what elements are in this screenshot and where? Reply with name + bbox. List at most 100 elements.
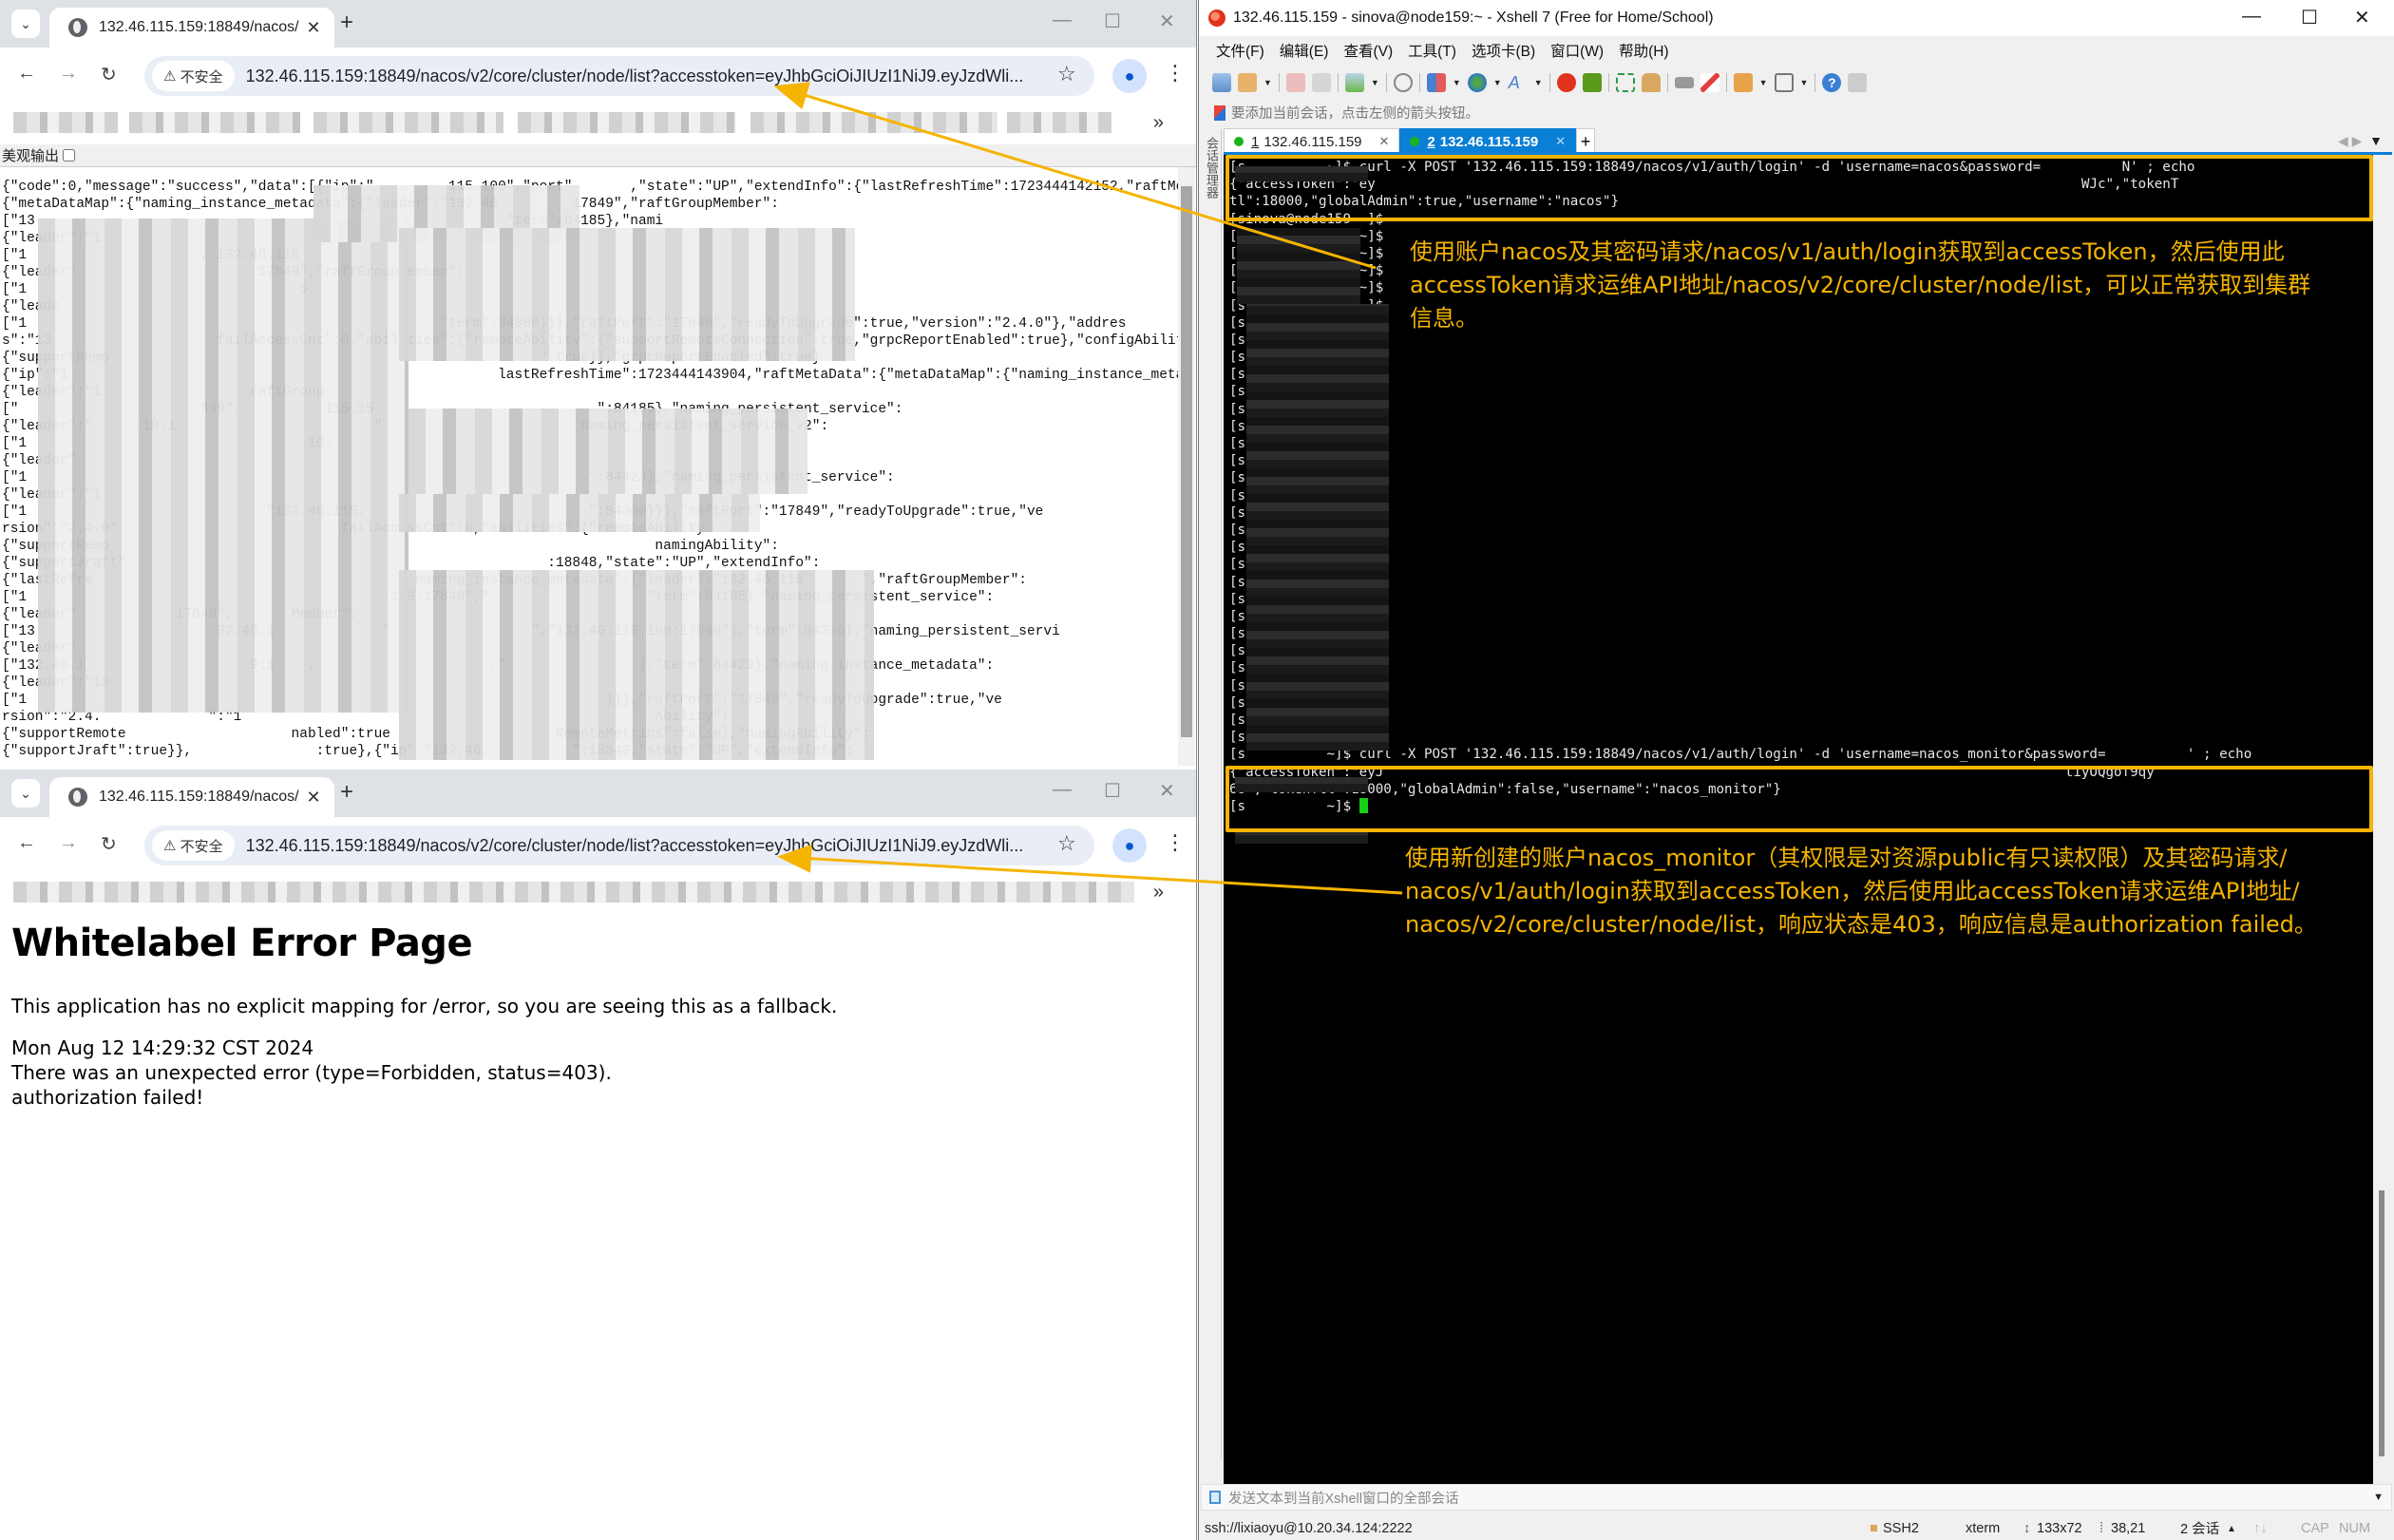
- menu-item[interactable]: 工具(T): [1408, 40, 1456, 61]
- highlight-icon[interactable]: [1700, 73, 1720, 92]
- disconnect-icon[interactable]: [1285, 73, 1305, 92]
- keyboard-icon[interactable]: [1674, 77, 1694, 88]
- maximize-button[interactable]: ☐: [1104, 10, 1121, 33]
- find-icon[interactable]: [1393, 73, 1413, 92]
- menu-item[interactable]: 选项卡(B): [1472, 40, 1535, 61]
- url-text[interactable]: 132.46.115.159:18849/nacos/v2/core/clust…: [246, 836, 1094, 856]
- compose-bar[interactable]: 发送文本到当前Xshell窗口的全部会话 ▼: [1201, 1484, 2392, 1511]
- bookmark-redacted[interactable]: [314, 112, 504, 133]
- bookmark-redacted[interactable]: [1007, 112, 1112, 133]
- bookmark-redacted[interactable]: [129, 112, 300, 133]
- cursor-position: 38,21: [2111, 1520, 2146, 1536]
- menu-kebab-icon[interactable]: ⋮: [1165, 830, 1186, 855]
- forward-button[interactable]: →: [59, 63, 78, 85]
- new-tab-folder-icon[interactable]: [1733, 73, 1753, 92]
- scrollbar-thumb[interactable]: [1181, 186, 1192, 737]
- session-up-icon[interactable]: ▲: [2227, 1524, 2236, 1534]
- close-tab-icon[interactable]: ✕: [1555, 134, 1566, 149]
- bookmark-star-icon[interactable]: ☆: [1057, 831, 1076, 856]
- back-button[interactable]: ←: [17, 63, 36, 85]
- dropdown-caret-icon[interactable]: ▼: [1453, 78, 1461, 87]
- close-tab-icon[interactable]: ✕: [304, 788, 323, 808]
- tab-search-button[interactable]: ⌄: [11, 779, 40, 808]
- properties-icon[interactable]: [1344, 73, 1364, 92]
- font-icon[interactable]: A: [1509, 73, 1528, 92]
- transfer-icon[interactable]: [1426, 73, 1446, 92]
- menu-item[interactable]: 窗口(W): [1550, 40, 1604, 61]
- session-tab-2[interactable]: 2 132.46.115.159 ✕: [1399, 128, 1577, 155]
- terminal-scrollbar[interactable]: [2373, 155, 2394, 1496]
- add-session-arrow-icon[interactable]: [1214, 105, 1226, 121]
- browser-tab[interactable]: 132.46.115.159:18849/nacos/ ✕: [49, 8, 334, 48]
- minimize-button[interactable]: —: [1053, 10, 1072, 31]
- profile-avatar[interactable]: ●: [1112, 828, 1147, 863]
- add-tab-button[interactable]: +: [1576, 128, 1596, 155]
- fullscreen-icon[interactable]: [1615, 73, 1635, 92]
- layout-icon[interactable]: [1774, 73, 1794, 92]
- dropdown-caret-icon[interactable]: ▼: [1800, 78, 1809, 87]
- xftp-icon[interactable]: [1582, 73, 1602, 92]
- address-bar[interactable]: ⚠ 不安全 132.46.115.159:18849/nacos/v2/core…: [144, 56, 1094, 96]
- profile-avatar[interactable]: ●: [1112, 59, 1147, 93]
- maximize-button[interactable]: ☐: [1104, 779, 1121, 803]
- scrollbar-thumb[interactable]: [2379, 1190, 2384, 1456]
- close-tab-icon[interactable]: ✕: [304, 18, 323, 38]
- menu-item[interactable]: 帮助(H): [1619, 40, 1669, 61]
- bookmark-redacted[interactable]: [518, 112, 736, 133]
- reload-button[interactable]: ↻: [101, 832, 117, 856]
- menu-kebab-icon[interactable]: ⋮: [1165, 61, 1186, 86]
- reload-button[interactable]: ↻: [101, 63, 117, 86]
- close-window-button[interactable]: ✕: [1159, 10, 1175, 33]
- bookmark-redacted[interactable]: [750, 112, 998, 133]
- browser-tab[interactable]: 132.46.115.159:18849/nacos/ ✕: [49, 777, 334, 817]
- session-tab-1[interactable]: 1 132.46.115.159 ✕: [1224, 128, 1400, 155]
- session-manager-panel[interactable]: 会话管理器: [1199, 129, 1222, 1459]
- new-tab-button[interactable]: +: [340, 779, 353, 806]
- new-session-icon[interactable]: [1212, 73, 1231, 92]
- minimize-button[interactable]: —: [1053, 779, 1072, 801]
- dropdown-caret-icon[interactable]: ▼: [1264, 78, 1272, 87]
- xshell-app-icon[interactable]: [1556, 73, 1576, 92]
- connected-status-icon: [1410, 137, 1420, 146]
- not-secure-badge[interactable]: ⚠ 不安全: [152, 830, 235, 861]
- close-window-button[interactable]: ✕: [1159, 779, 1175, 803]
- vertical-scrollbar[interactable]: [1178, 167, 1195, 766]
- forward-button[interactable]: →: [59, 832, 78, 854]
- close-window-button[interactable]: ✕: [2354, 6, 2370, 29]
- pretty-print-checkbox[interactable]: [63, 149, 76, 162]
- globe-icon[interactable]: [1467, 73, 1487, 92]
- tab-list-dropdown-icon[interactable]: ▼: [2369, 133, 2383, 148]
- chat-icon[interactable]: [1848, 73, 1868, 92]
- bookmark-star-icon[interactable]: ☆: [1057, 62, 1076, 86]
- lock-icon[interactable]: [1641, 73, 1661, 92]
- menu-item[interactable]: 文件(F): [1216, 40, 1264, 61]
- tab-scroll-arrows[interactable]: ◀ ▶ ▼: [2338, 133, 2383, 149]
- maximize-button[interactable]: ☐: [2301, 6, 2318, 29]
- dropdown-caret-icon[interactable]: ▼: [1534, 78, 1543, 87]
- open-folder-icon[interactable]: [1238, 73, 1257, 92]
- back-button[interactable]: ←: [17, 832, 36, 854]
- dropdown-caret-icon[interactable]: ▼: [1759, 78, 1768, 87]
- not-secure-badge[interactable]: ⚠ 不安全: [152, 61, 235, 91]
- compose-dropdown-icon[interactable]: ▼: [2373, 1492, 2384, 1503]
- menu-item[interactable]: 编辑(E): [1280, 40, 1329, 61]
- close-tab-icon[interactable]: ✕: [1379, 134, 1390, 149]
- minimize-button[interactable]: —: [2242, 6, 2261, 28]
- scroll-arrows-icon[interactable]: ↑↓: [2253, 1521, 2268, 1536]
- dropdown-caret-icon[interactable]: ▼: [1371, 78, 1379, 87]
- reconnect-icon[interactable]: [1311, 73, 1331, 92]
- xshell-title-bar: 132.46.115.159 - sinova@node159:~ - Xshe…: [1199, 0, 2394, 36]
- terminal-line: [sinova@node159 ~]$: [1229, 556, 2367, 573]
- new-tab-button[interactable]: +: [340, 10, 353, 36]
- session-count[interactable]: 2 会话: [2180, 1518, 2219, 1538]
- bookmark-redacted[interactable]: [13, 882, 1134, 903]
- dropdown-caret-icon[interactable]: ▼: [1493, 78, 1502, 87]
- more-bookmarks-icon[interactable]: »: [1153, 112, 1164, 134]
- address-bar[interactable]: ⚠ 不安全 132.46.115.159:18849/nacos/v2/core…: [144, 826, 1094, 865]
- help-icon[interactable]: ?: [1822, 73, 1842, 92]
- bookmark-redacted[interactable]: [13, 112, 118, 133]
- more-bookmarks-icon[interactable]: »: [1153, 882, 1164, 903]
- tab-search-button[interactable]: ⌄: [11, 10, 40, 38]
- url-text[interactable]: 132.46.115.159:18849/nacos/v2/core/clust…: [246, 67, 1094, 86]
- menu-item[interactable]: 查看(V): [1343, 40, 1393, 61]
